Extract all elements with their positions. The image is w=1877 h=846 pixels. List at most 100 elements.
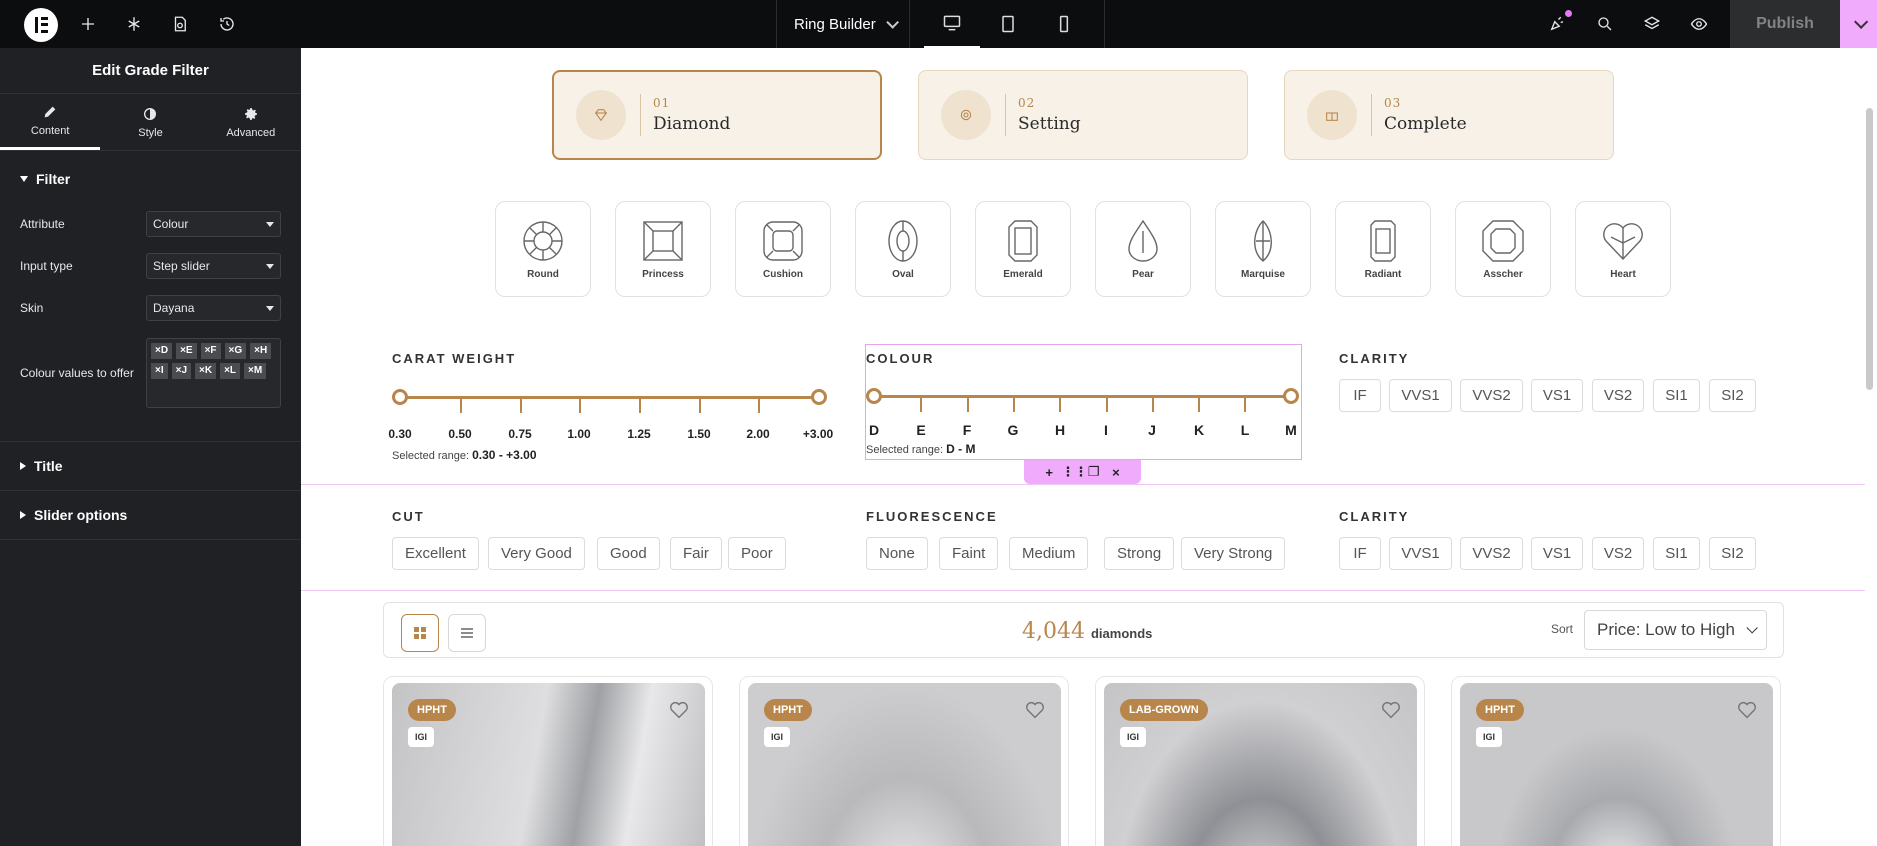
colour-tag[interactable]: ×D <box>151 343 173 359</box>
treatment-badge: HPHT <box>1476 699 1524 721</box>
tab-advanced[interactable]: Advanced <box>201 94 301 150</box>
step-diamond[interactable]: 01 Diamond <box>552 70 882 160</box>
clarity-option[interactable]: SI2 <box>1709 379 1756 412</box>
shape-emerald[interactable]: Emerald <box>975 201 1071 297</box>
colour-tag[interactable]: ×E <box>176 343 197 359</box>
publish-options-button[interactable] <box>1840 0 1877 48</box>
step-setting[interactable]: 02 Setting <box>918 70 1248 160</box>
container-outline[interactable] <box>301 484 1865 591</box>
tab-style[interactable]: Style <box>100 94 200 150</box>
title-section-toggle[interactable]: Title <box>0 442 301 490</box>
duplicate-icon[interactable]: ❐ <box>1084 464 1104 480</box>
wishlist-heart-icon[interactable] <box>1380 699 1402 721</box>
colour-tag[interactable]: ×G <box>224 343 247 359</box>
wishlist-heart-icon[interactable] <box>1736 699 1758 721</box>
step-complete[interactable]: 03 Complete <box>1284 70 1614 160</box>
carat-max-handle[interactable] <box>811 389 827 405</box>
slider-tick <box>639 398 641 413</box>
divider <box>640 94 641 136</box>
step-number: 03 <box>1384 96 1402 110</box>
clarity-option[interactable]: VS2 <box>1592 379 1644 412</box>
clarity-option[interactable]: VS1 <box>1531 379 1583 412</box>
structure-icon[interactable] <box>122 12 146 36</box>
elementor-logo-icon[interactable] <box>24 8 58 42</box>
shape-princess[interactable]: Princess <box>615 201 711 297</box>
tablet-view-icon[interactable] <box>980 0 1036 48</box>
widget-handle[interactable]: + ⋮⋮ ❐ × <box>1024 460 1141 484</box>
shape-label: Marquise <box>1241 268 1285 280</box>
history-icon[interactable] <box>215 12 239 36</box>
shape-heart[interactable]: Heart <box>1575 201 1671 297</box>
clarity-option[interactable]: VVS1 <box>1389 379 1452 412</box>
add-icon[interactable]: + <box>1039 465 1059 480</box>
editor-panel: Edit Grade Filter Content Style Advanced… <box>0 48 301 846</box>
notification-dot <box>1565 10 1572 17</box>
skin-select[interactable]: Dayana <box>146 295 281 321</box>
pencil-icon <box>44 106 56 118</box>
carat-min-handle[interactable] <box>392 389 408 405</box>
carat-slider-track[interactable] <box>400 396 818 399</box>
slider-tick <box>579 398 581 413</box>
pear-shape-icon <box>1128 219 1158 262</box>
drag-handle-icon[interactable]: ⋮⋮ <box>1061 464 1087 480</box>
shape-radiant[interactable]: Radiant <box>1335 201 1431 297</box>
shape-marquise[interactable]: Marquise <box>1215 201 1311 297</box>
publish-button[interactable]: Publish <box>1730 0 1840 48</box>
preview-eye-icon[interactable] <box>1687 12 1711 36</box>
slider-options-section-toggle[interactable]: Slider options <box>0 491 301 539</box>
lab-badge: IGI <box>764 727 790 747</box>
add-element-icon[interactable] <box>76 12 100 36</box>
attribute-select[interactable]: Colour <box>146 211 281 237</box>
caret-right-icon <box>20 462 26 470</box>
wishlist-heart-icon[interactable] <box>668 699 690 721</box>
diamond-icon <box>576 90 626 140</box>
colour-values-multiselect[interactable]: ×D ×E ×F ×G ×H ×I ×J ×K ×L ×M <box>146 338 281 408</box>
diamond-card[interactable]: HPHT IGI <box>739 676 1069 846</box>
grid-view-button[interactable] <box>401 614 439 652</box>
desktop-view-icon[interactable] <box>924 0 980 48</box>
shape-asscher[interactable]: Asscher <box>1455 201 1551 297</box>
carat-weight-label: CARAT WEIGHT <box>392 351 517 366</box>
colour-tag[interactable]: ×F <box>200 343 221 359</box>
filter-section-toggle[interactable]: Filter <box>0 155 301 203</box>
colour-tag[interactable]: ×J <box>171 363 192 379</box>
tab-label: Content <box>30 125 70 137</box>
page-name: Ring Builder <box>794 15 876 33</box>
search-icon[interactable] <box>1593 12 1617 36</box>
divider <box>0 539 301 540</box>
shape-oval[interactable]: Oval <box>855 201 951 297</box>
close-icon[interactable]: × <box>1106 465 1126 480</box>
lab-badge: IGI <box>1120 727 1146 747</box>
results-count: 4,044 diamonds <box>1022 619 1152 644</box>
mobile-view-icon[interactable] <box>1036 0 1092 48</box>
page-selector[interactable]: Ring Builder <box>776 0 910 48</box>
colour-tag[interactable]: ×M <box>244 363 267 379</box>
clarity-option[interactable]: VVS2 <box>1460 379 1523 412</box>
list-view-button[interactable] <box>448 614 486 652</box>
clarity-option[interactable]: SI1 <box>1653 379 1700 412</box>
layers-icon[interactable] <box>1640 12 1664 36</box>
canvas-scrollbar[interactable] <box>1866 108 1873 390</box>
colour-tag[interactable]: ×I <box>151 363 168 379</box>
diamond-card[interactable]: LAB-GROWN IGI <box>1095 676 1425 846</box>
wishlist-heart-icon[interactable] <box>1024 699 1046 721</box>
treatment-badge: HPHT <box>764 699 812 721</box>
selected-widget-outline[interactable] <box>865 344 1302 460</box>
sort-select[interactable]: Price: Low to High <box>1584 610 1767 650</box>
colour-tag[interactable]: ×K <box>195 363 217 379</box>
clarity-option[interactable]: IF <box>1339 379 1381 412</box>
shape-round[interactable]: Round <box>495 201 591 297</box>
shape-cushion[interactable]: Cushion <box>735 201 831 297</box>
input-type-select[interactable]: Step slider <box>146 253 281 279</box>
shape-pear[interactable]: Pear <box>1095 201 1191 297</box>
colour-tag[interactable]: ×L <box>220 363 241 379</box>
colour-tag[interactable]: ×H <box>250 343 272 359</box>
attribute-label: Attribute <box>20 217 65 231</box>
slider-tick <box>699 398 701 413</box>
diamond-card[interactable]: HPHT IGI <box>1451 676 1781 846</box>
emerald-shape-icon <box>1008 219 1038 262</box>
page-settings-icon[interactable] <box>168 12 192 36</box>
shape-label: Cushion <box>763 268 803 280</box>
diamond-card[interactable]: HPHT IGI <box>383 676 713 846</box>
tab-content[interactable]: Content <box>0 94 101 150</box>
